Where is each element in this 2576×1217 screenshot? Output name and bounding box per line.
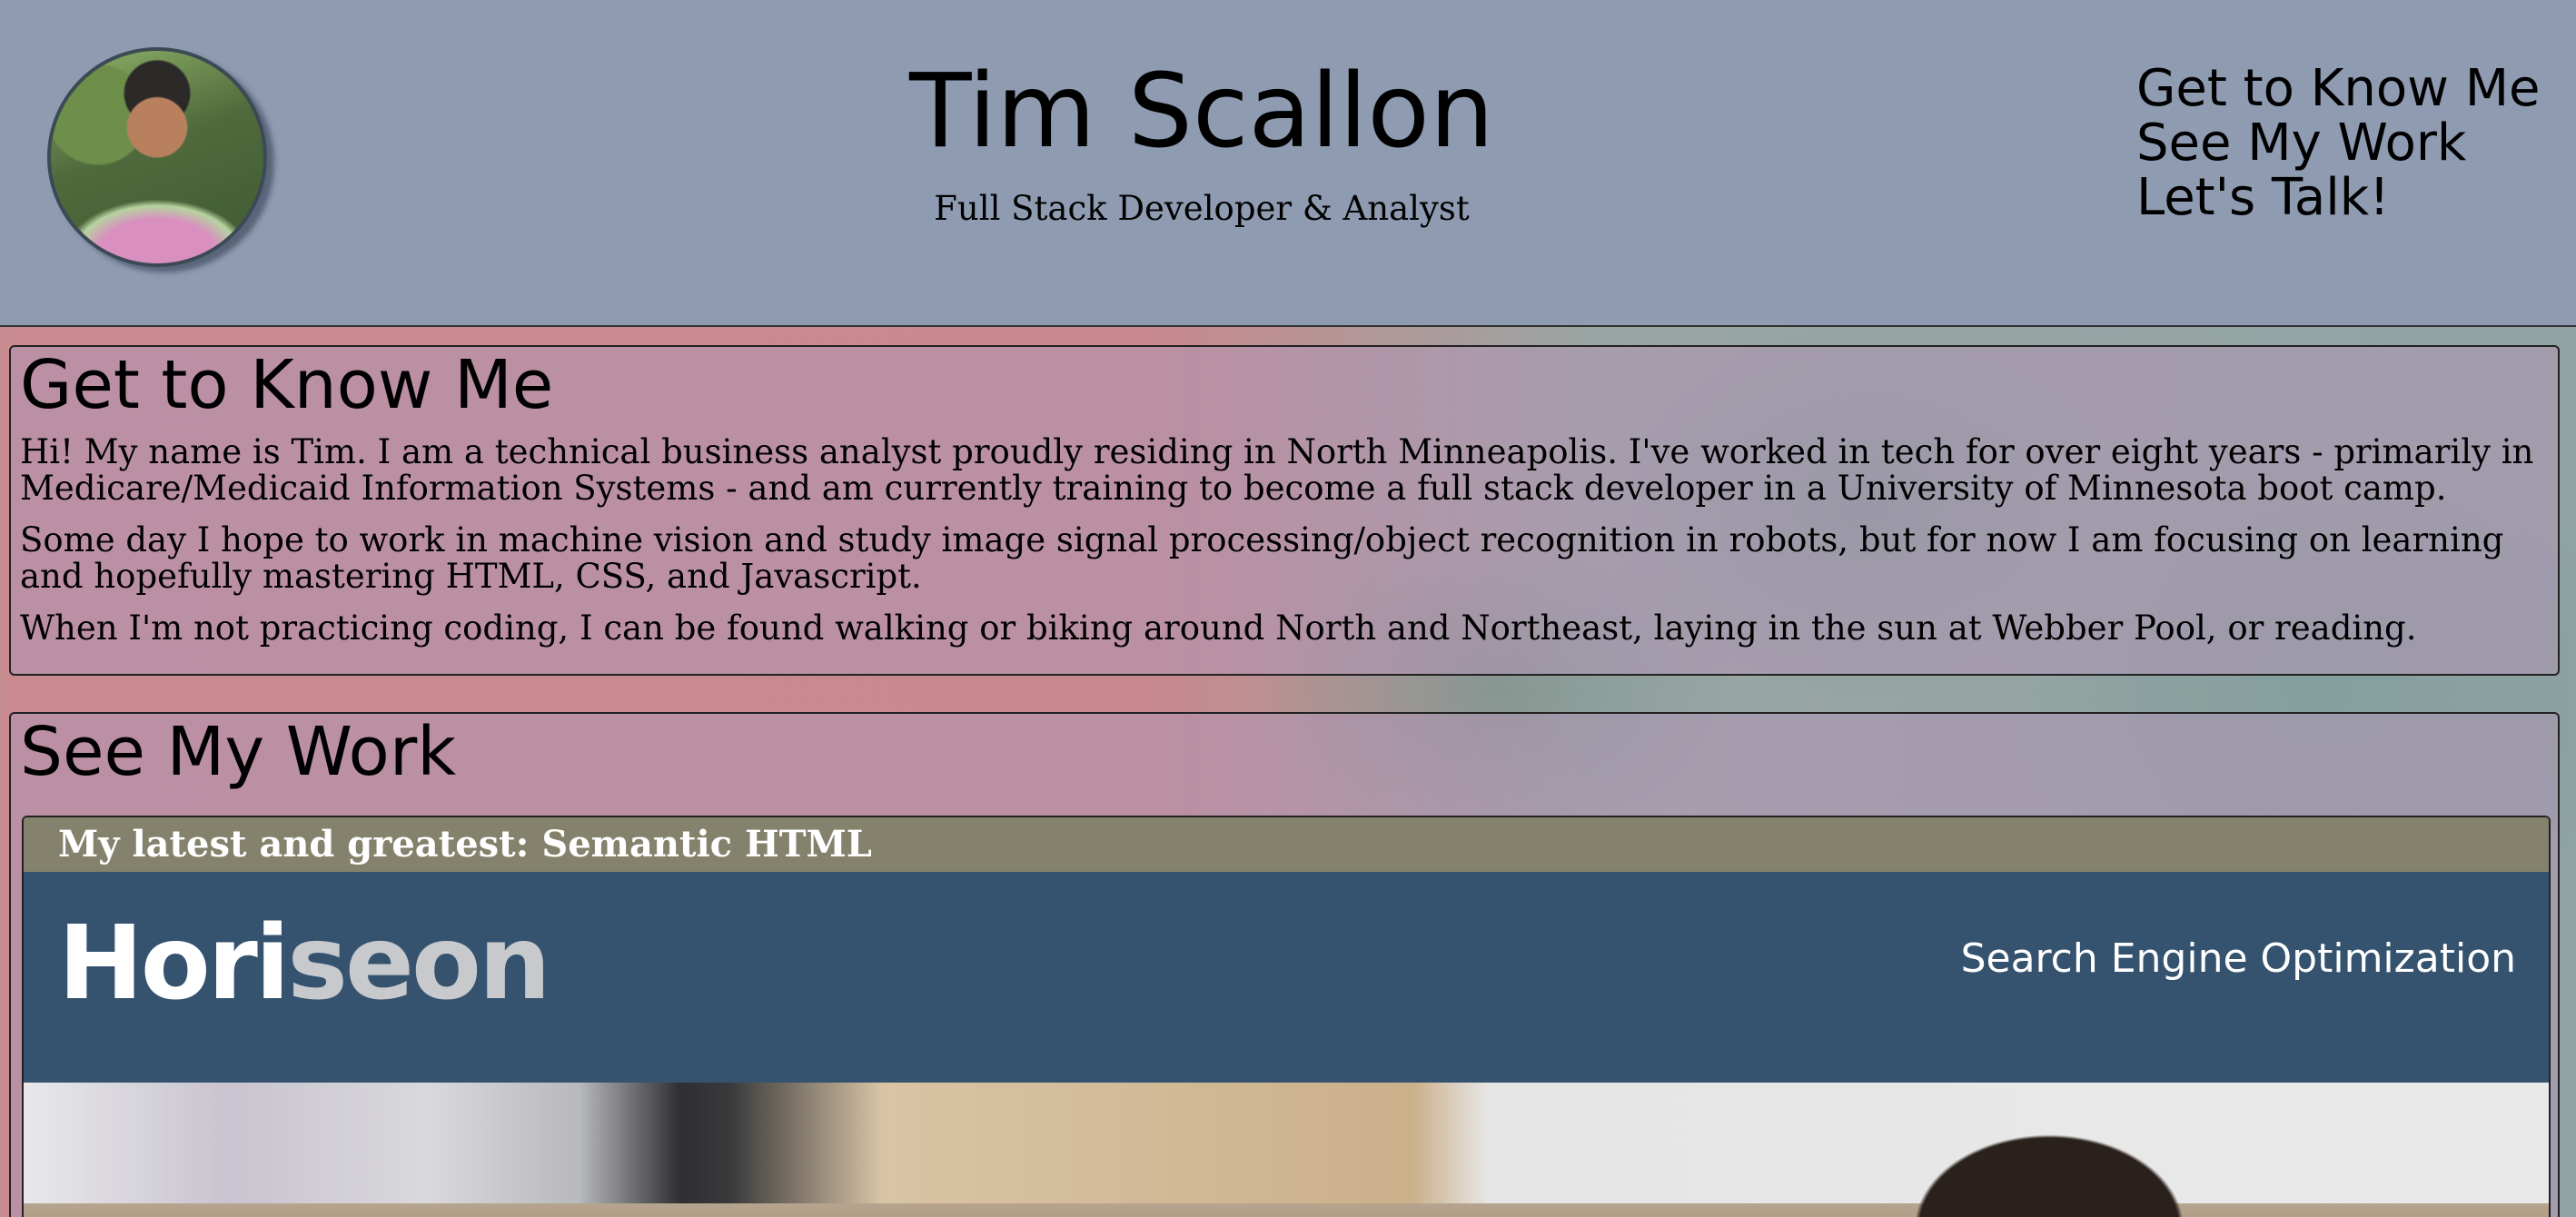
about-paragraph: Some day I hope to work in machine visio… — [20, 519, 2504, 596]
horiseon-logo-main: Hori — [58, 905, 290, 1023]
site-subtitle: Full Stack Developer & Analyst — [934, 189, 1470, 228]
about-paragraph: When I'm not practicing coding, I can be… — [20, 608, 2417, 648]
main-nav: Get to Know Me See My Work Let's Talk! — [2136, 62, 2540, 225]
nav-item-lets-talk: Let's Talk! — [2136, 171, 2540, 225]
nav-link-get-to-know-me[interactable]: Get to Know Me — [2136, 62, 2540, 116]
project-screenshot-hero-image — [24, 1083, 2549, 1217]
about-heading: Get to Know Me — [20, 346, 554, 424]
horiseon-logo-light: seon — [287, 905, 550, 1023]
work-section: See My Work My latest and greatest: Sema… — [9, 712, 2560, 1217]
about-paragraph: Hi! My name is Tim. I am a technical bus… — [20, 431, 2534, 508]
project-screenshot-header: Horiseon Search Engine Optimization — [24, 872, 2549, 1083]
nav-item-see-my-work: See My Work — [2136, 116, 2540, 171]
project-caption: My latest and greatest: Semantic HTML — [24, 817, 2549, 872]
horiseon-logo: Horiseon — [58, 905, 551, 1023]
about-section: Get to Know Me Hi! My name is Tim. I am … — [9, 345, 2560, 676]
site-header: Tim Scallon Full Stack Developer & Analy… — [0, 0, 2576, 327]
nav-link-lets-talk[interactable]: Let's Talk! — [2136, 171, 2540, 225]
work-heading: See My Work — [20, 713, 457, 791]
site-title: Tim Scallon — [909, 53, 1494, 171]
nav-item-get-to-know-me: Get to Know Me — [2136, 62, 2540, 116]
featured-project-card[interactable]: My latest and greatest: Semantic HTML Ho… — [22, 816, 2551, 1217]
horiseon-tagline: Search Engine Optimization — [1960, 935, 2516, 982]
nav-link-see-my-work[interactable]: See My Work — [2136, 116, 2540, 171]
